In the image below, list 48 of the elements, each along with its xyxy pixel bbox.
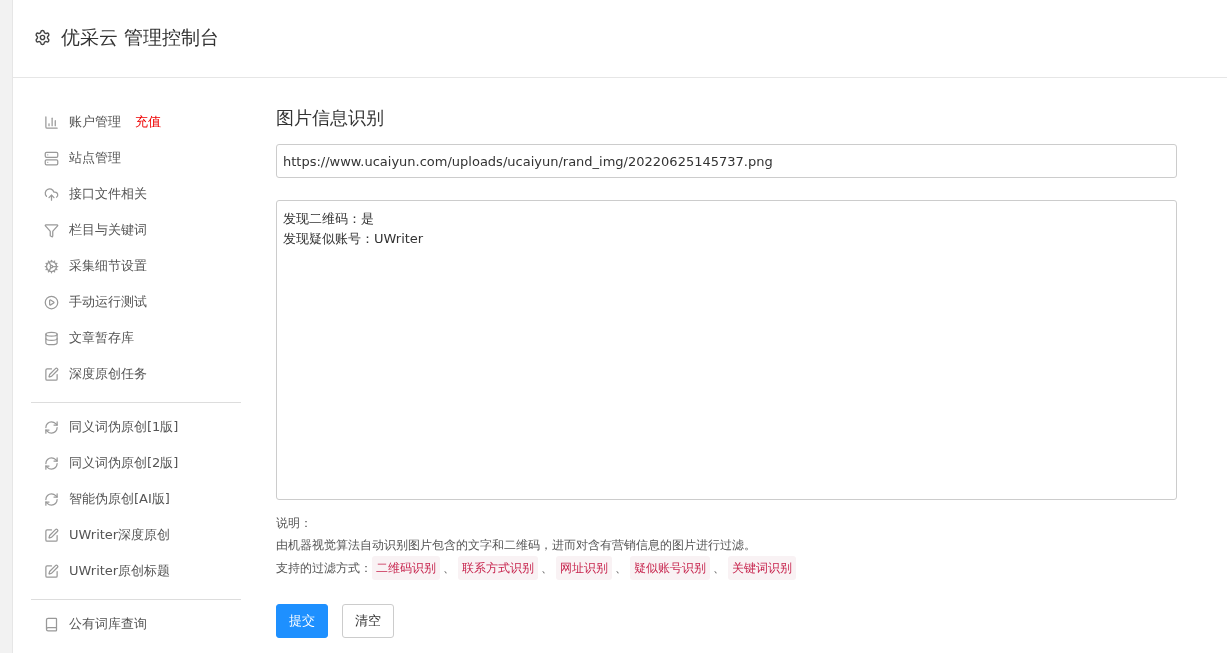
sidebar-item[interactable]: 手动运行测试 bbox=[31, 284, 241, 320]
refresh-icon bbox=[44, 419, 59, 435]
settings-icon bbox=[34, 29, 51, 46]
database-icon bbox=[44, 330, 59, 346]
server-icon bbox=[44, 150, 59, 166]
sidebar-item[interactable]: 智能伪原创[AI版] bbox=[31, 481, 241, 517]
sidebar-item[interactable]: 站点管理 bbox=[31, 140, 241, 176]
result-line: 发现疑似账号：UWriter bbox=[283, 230, 425, 248]
sidebar-item[interactable]: 栏目与关键词 bbox=[31, 212, 241, 248]
url-field[interactable]: https://www.ucaiyun.com/uploads/ucaiyun/rand_img/20220625145737.png bbox=[276, 144, 1177, 178]
separator: 、 bbox=[540, 560, 554, 577]
sidebar-item[interactable]: 接口文件相关 bbox=[31, 176, 241, 212]
refresh-icon bbox=[44, 455, 59, 471]
edit-icon bbox=[44, 563, 59, 579]
edit-icon bbox=[44, 366, 59, 382]
filter-tag: 联系方式识别 bbox=[458, 556, 538, 580]
sidebar-item[interactable]: 账户管理 充值 bbox=[31, 104, 241, 140]
book-icon bbox=[44, 616, 59, 632]
bar-chart-icon bbox=[44, 114, 59, 130]
sidebar-item[interactable]: 文章暂存库 bbox=[31, 320, 241, 356]
sidebar-item[interactable]: 深度原创任务 bbox=[31, 356, 241, 392]
cloud-upload-icon bbox=[44, 186, 59, 202]
result-field[interactable]: 发现二维码：是 发现疑似账号：UWriter bbox=[276, 200, 1177, 500]
separator: 、 bbox=[442, 560, 456, 577]
filter-tag: 二维码识别 bbox=[372, 556, 440, 580]
note-label: 说明： bbox=[276, 515, 313, 532]
filter-tag: 疑似账号识别 bbox=[630, 556, 710, 580]
sidebar-item[interactable]: UWriter原创标题 bbox=[31, 553, 241, 589]
app-title: 优采云 管理控制台 bbox=[61, 24, 220, 50]
note-text: 由机器视觉算法自动识别图片包含的文字和二维码，进而对含有营销信息的图片进行过滤。 bbox=[276, 537, 757, 554]
recharge-link[interactable]: 充值 bbox=[135, 113, 161, 131]
result-line: 发现二维码：是 bbox=[283, 210, 375, 228]
refresh-icon bbox=[44, 491, 59, 507]
sidebar-item[interactable]: 采集细节设置 bbox=[31, 248, 241, 284]
play-icon bbox=[44, 294, 59, 310]
sidebar-item[interactable]: 同义词伪原创[2版] bbox=[31, 445, 241, 481]
separator: 、 bbox=[712, 560, 726, 577]
filter-icon bbox=[44, 222, 59, 238]
sidebar-item[interactable]: 同义词伪原创[1版] bbox=[31, 409, 241, 445]
sidebar-item[interactable]: 公有词库查询 bbox=[31, 606, 241, 642]
filters-label: 支持的过滤方式： bbox=[276, 560, 372, 577]
sidebar-item[interactable]: UWriter深度原创 bbox=[31, 517, 241, 553]
clear-button[interactable]: 清空 bbox=[342, 604, 394, 638]
page-title: 图片信息识别 bbox=[276, 106, 385, 130]
filter-tag: 关键词识别 bbox=[728, 556, 796, 580]
filter-tag: 网址识别 bbox=[556, 556, 612, 580]
edit-icon bbox=[44, 527, 59, 543]
separator: 、 bbox=[614, 560, 628, 577]
